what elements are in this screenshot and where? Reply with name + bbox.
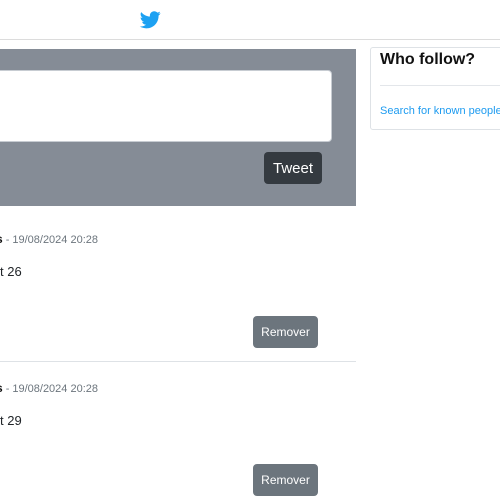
separator: - <box>5 234 10 246</box>
tweet-timestamp: 19/08/2024 20:28 <box>12 383 98 395</box>
divider <box>380 85 500 86</box>
tweet-author: s <box>0 381 3 395</box>
tweet-timestamp: 19/08/2024 20:28 <box>12 234 98 246</box>
tweet-textarea[interactable] <box>0 70 332 142</box>
remove-button[interactable]: Remover <box>253 464 318 496</box>
tweet-header: s-19/08/2024 20:28 <box>0 381 98 395</box>
tweet-item: s-19/08/2024 20:28 t 26 Remover <box>0 221 356 362</box>
tweet-text: t 29 <box>0 413 22 428</box>
tweet-item: s-19/08/2024 20:28 t 29 Remover <box>0 370 356 500</box>
who-to-follow-card: Who follow? Search for known people <box>370 47 500 130</box>
tweet-button[interactable]: Tweet <box>264 152 322 184</box>
tweet-composer: Tweet <box>0 49 356 206</box>
separator: - <box>5 383 10 395</box>
tweet-header: s-19/08/2024 20:28 <box>0 232 98 246</box>
search-known-people-link[interactable]: Search for known people <box>380 105 500 117</box>
tweet-text: t 26 <box>0 264 22 279</box>
tweet-author: s <box>0 232 3 246</box>
twitter-bird-icon[interactable] <box>139 9 162 30</box>
who-follow-title: Who follow? <box>380 51 476 68</box>
remove-button[interactable]: Remover <box>253 316 318 348</box>
top-navbar <box>0 0 500 40</box>
